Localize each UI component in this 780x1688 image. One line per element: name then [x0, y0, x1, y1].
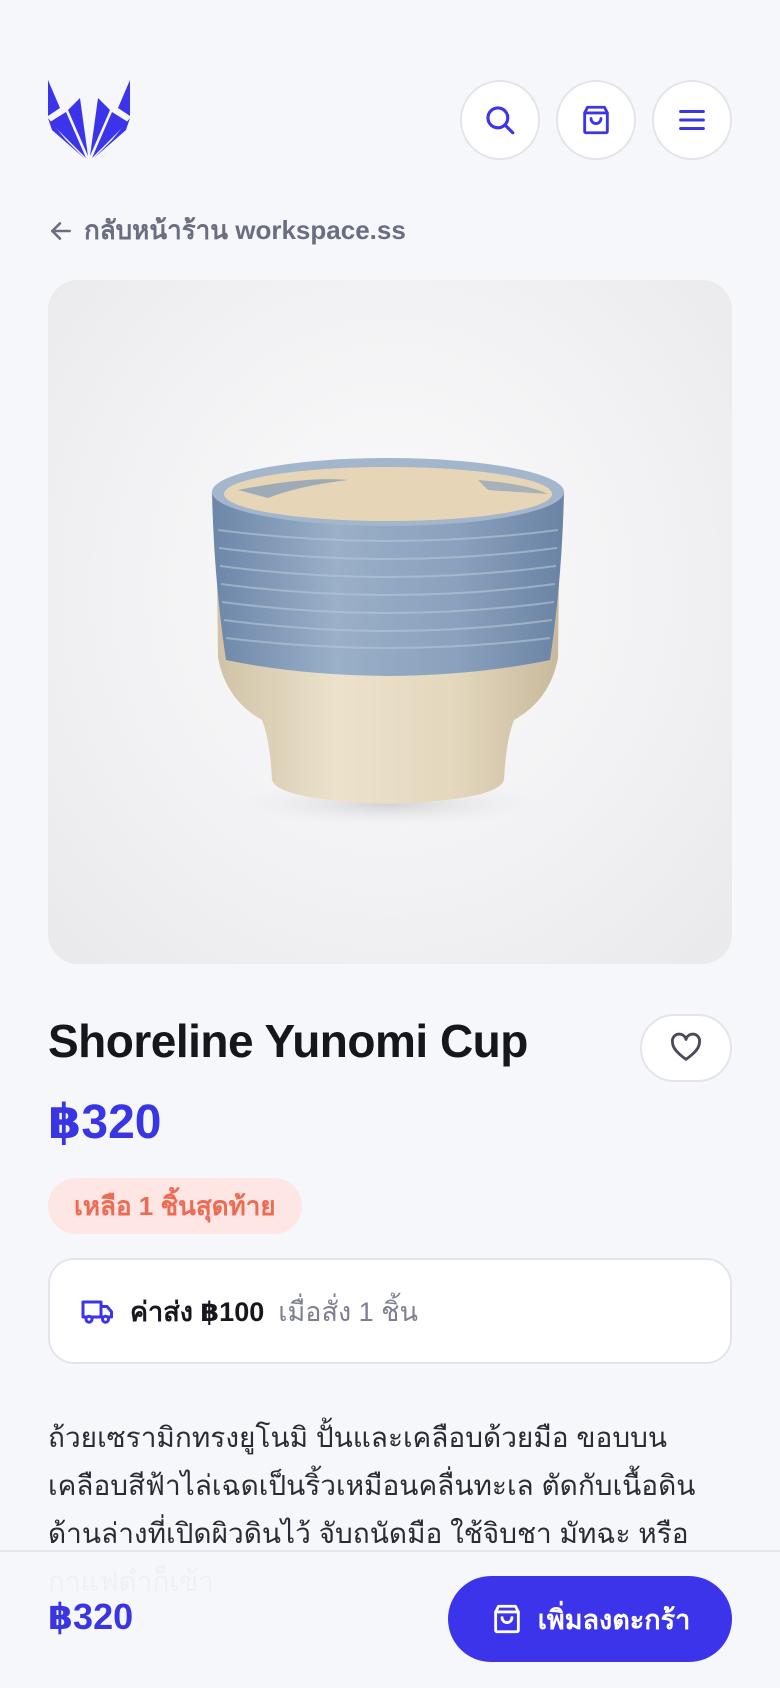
product-image[interactable] [48, 280, 732, 964]
menu-button[interactable] [652, 80, 732, 160]
product-title: Shoreline Yunomi Cup [48, 1015, 528, 1067]
favorite-button[interactable] [640, 1014, 732, 1082]
back-to-shop-link[interactable]: กลับหน้าร้าน workspace.ss [48, 210, 406, 251]
menu-icon [679, 109, 705, 131]
add-to-cart-label: เพิ่มลงตะกร้า [537, 1604, 691, 1635]
cart-button[interactable] [556, 80, 636, 160]
arrow-left-icon [51, 221, 71, 240]
bottom-price: ฿320 [48, 1596, 134, 1637]
search-icon [486, 106, 515, 135]
back-link-label: กลับหน้าร้าน workspace.ss [84, 215, 406, 245]
add-to-cart-button[interactable]: เพิ่มลงตะกร้า [448, 1576, 732, 1662]
stock-badge: เหลือ 1 ชิ้นสุดท้าย [48, 1178, 302, 1234]
product-page: กลับหน้าร้าน workspace.ss Shoreline Yuno… [0, 0, 780, 1688]
search-button[interactable] [460, 80, 540, 160]
shopping-bag-icon [493, 1604, 520, 1634]
shipping-label: ค่าส่ง ฿100 [130, 1296, 265, 1327]
shopping-bag-icon [583, 105, 609, 135]
shipping-note: เมื่อสั่ง 1 ชิ้น [278, 1296, 418, 1327]
ceramic-yunomi-cup-photo [212, 458, 564, 826]
heart-icon [671, 1032, 701, 1061]
shipping-info-card: ค่าส่ง ฿100 เมื่อสั่ง 1 ชิ้น [48, 1258, 732, 1364]
product-price: ฿320 [48, 1096, 162, 1149]
truck-icon [81, 1300, 113, 1324]
fox-logo[interactable] [46, 78, 132, 160]
